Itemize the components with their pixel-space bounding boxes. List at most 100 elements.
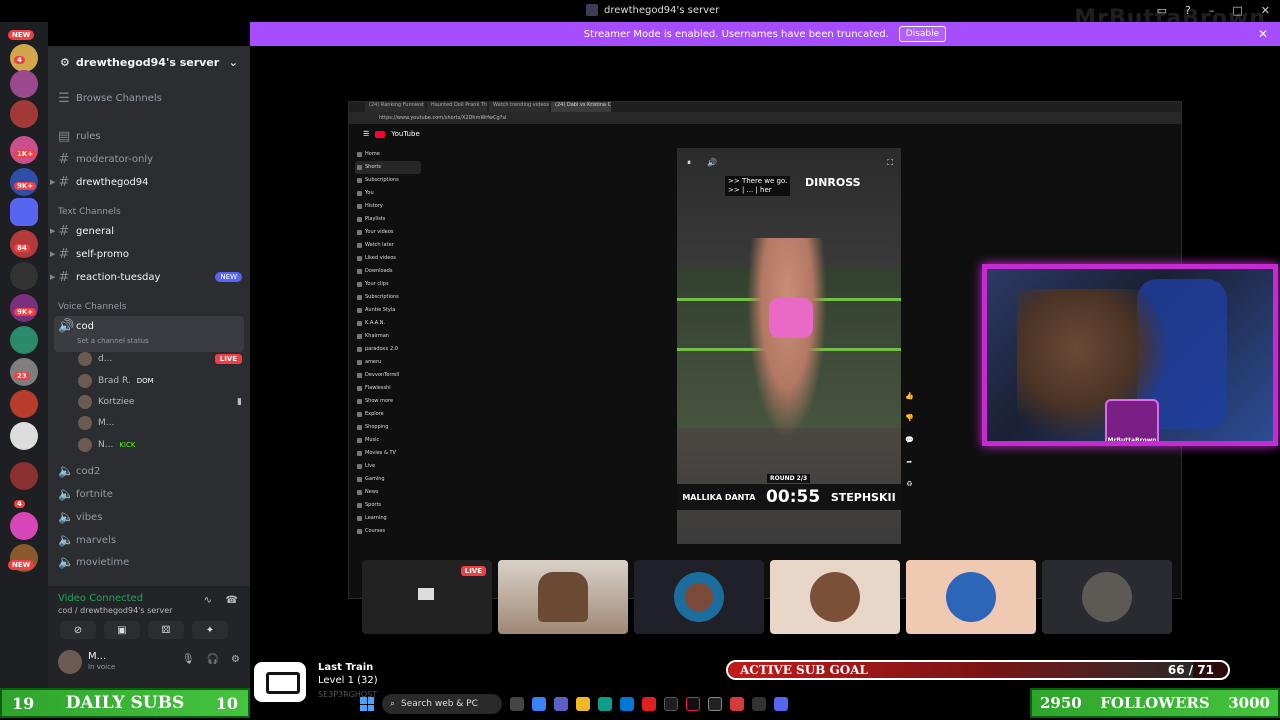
yt-nav-item[interactable]: Watch later [355,239,421,252]
like-icon[interactable]: 👍 [905,392,914,400]
yt-nav-item[interactable]: You [355,187,421,200]
volume-icon[interactable]: 🔊 [707,158,717,167]
store-icon[interactable] [620,697,634,711]
shorts-video[interactable]: >> There we go. >> | ... | her DINROSS ⏸… [677,148,901,544]
server-icon[interactable] [10,422,38,450]
disconnect-icon[interactable]: ☎ [226,595,238,606]
youtube-brand[interactable]: YouTube [391,130,419,138]
screen-share-button[interactable]: ▣ [104,621,140,639]
channel-moderator-only[interactable]: # moderator-only [58,149,242,169]
yt-nav-item[interactable]: Live [355,460,421,473]
yt-nav-item[interactable]: Flawlesshi [355,382,421,395]
voice-channel-marvels[interactable]: 🔈 marvels [58,530,242,550]
yt-nav-item[interactable]: Courses [355,525,421,538]
yt-nav-item[interactable]: Khairman [355,330,421,343]
browser-tab[interactable]: (24) Ranking Funniest Summit Th [365,102,425,112]
category-text-channels[interactable]: Text Channels [58,207,121,217]
yt-nav-item[interactable]: Music [355,434,421,447]
edge-icon[interactable] [598,697,612,711]
noise-suppression-icon[interactable]: ∿ [204,595,212,606]
microphone-icon[interactable]: 🎙 [182,654,195,665]
server-header[interactable]: ⚙ drewthegod94's server ⌄ [48,46,250,78]
yt-nav-item[interactable]: Playlists [355,213,421,226]
camera-off-button[interactable]: ⊘ [60,621,96,639]
remix-icon[interactable]: ♻ [906,480,912,488]
voice-channel-cod[interactable]: 🔊 cod Set a channel status [54,316,244,352]
channel-reaction-tuesday[interactable]: ▶ # reaction-tuesday NEW [50,267,242,287]
fullscreen-icon[interactable]: ⛶ [887,158,893,168]
task-view-icon[interactable] [510,697,524,711]
voice-channel-cod2[interactable]: 🔈 cod2 [58,461,242,481]
hamburger-icon[interactable]: ☰ [363,130,369,138]
server-icon[interactable] [10,390,38,418]
browser-tab[interactable]: Watch trending videos for you | [489,102,549,112]
yt-nav-item[interactable]: Explore [355,408,421,421]
voice-channel-vibes[interactable]: 🔈 vibes [58,507,242,527]
share-icon[interactable]: ➦ [906,458,912,466]
participant-tile[interactable] [498,560,628,634]
yt-nav-item[interactable]: Downloads [355,265,421,278]
channel-rules[interactable]: ▤ rules [58,126,242,146]
comment-icon[interactable]: 💬 [905,436,914,444]
channel-self-promo[interactable]: ▶ # self-promo [50,244,242,264]
yt-nav-item[interactable]: K.A.A.N. [355,317,421,330]
headphones-icon[interactable]: 🎧 [207,654,219,665]
yt-nav-item[interactable]: Home [355,148,421,161]
app-icon[interactable] [752,697,766,711]
yt-nav-item[interactable]: DevvonTerrell [355,369,421,382]
banner-close-icon[interactable]: ✕ [1258,27,1268,41]
voice-user[interactable]: M... [78,414,242,432]
youtube-icon[interactable] [642,697,656,711]
app-icon[interactable] [730,697,744,711]
yt-nav-item[interactable]: News [355,486,421,499]
minimize-button[interactable]: – [1209,4,1215,17]
yt-nav-item[interactable]: Shopping [355,421,421,434]
yt-nav-item[interactable]: Movies & TV [355,447,421,460]
yt-nav-item[interactable]: Auntie Styla [355,304,421,317]
channel-status[interactable]: Set a channel status [77,337,149,345]
inbox-icon[interactable]: ▭ [1157,4,1167,17]
participant-tile[interactable] [1042,560,1172,634]
settings-gear-icon[interactable]: ⚙ [231,654,240,665]
server-icon[interactable] [10,100,38,128]
help-icon[interactable]: ? [1185,4,1191,17]
channel-general[interactable]: ▶ # general [50,221,242,241]
server-icon[interactable] [10,262,38,290]
voice-channel-movietime[interactable]: 🔈 movietime [58,552,242,572]
voice-user[interactable]: Brad R. DOM [78,372,242,390]
discord-icon[interactable] [774,697,788,711]
address-bar[interactable]: https://www.youtube.com/shorts/X2DhmWrfw… [349,112,1181,124]
windows-start-icon[interactable] [360,697,374,711]
yt-nav-item[interactable]: Show more [355,395,421,408]
dislike-icon[interactable]: 👎 [905,414,914,422]
taskbar-search[interactable]: ⌕ Search web & PC [382,694,502,714]
file-explorer-icon[interactable] [576,697,590,711]
participant-tile[interactable] [634,560,764,634]
voice-user[interactable]: d... LIVE [78,350,242,368]
yt-nav-item[interactable]: Your videos [355,226,421,239]
close-window-button[interactable]: ✕ [1261,4,1270,17]
participant-tile[interactable]: LIVE [362,560,492,634]
activities-button[interactable]: ⚄ [148,621,184,639]
participant-tile[interactable] [906,560,1036,634]
browser-tab-active[interactable]: (24) Dabi vs Kristina Castro [551,102,611,112]
browser-tab[interactable]: Haunted Doll Prank That Will So [427,102,487,112]
maximize-button[interactable]: □ [1232,4,1242,17]
soundboard-button[interactable]: ✦ [192,621,228,639]
server-icon[interactable] [10,70,38,98]
yt-nav-item[interactable]: Liked videos [355,252,421,265]
voice-channel-fortnite[interactable]: 🔈 fortnite [58,484,242,504]
disable-streamer-mode-button[interactable]: Disable [898,26,947,42]
yt-nav-item[interactable]: Your clips [355,278,421,291]
browse-channels[interactable]: ☰ Browse Channels [58,88,242,108]
obs-icon[interactable] [708,697,722,711]
yt-nav-item[interactable]: ameru [355,356,421,369]
yt-nav-item[interactable]: Subscriptions [355,291,421,304]
yt-nav-item[interactable]: Gaming [355,473,421,486]
yt-nav-item[interactable]: Subscriptions [355,174,421,187]
voice-user[interactable]: Kortziee ▮ [78,393,242,411]
user-avatar[interactable] [58,650,82,674]
yt-nav-item[interactable]: Learning [355,512,421,525]
channel-drewthegod94[interactable]: ▶ # drewthegod94 [50,172,242,192]
participant-tile[interactable] [770,560,900,634]
